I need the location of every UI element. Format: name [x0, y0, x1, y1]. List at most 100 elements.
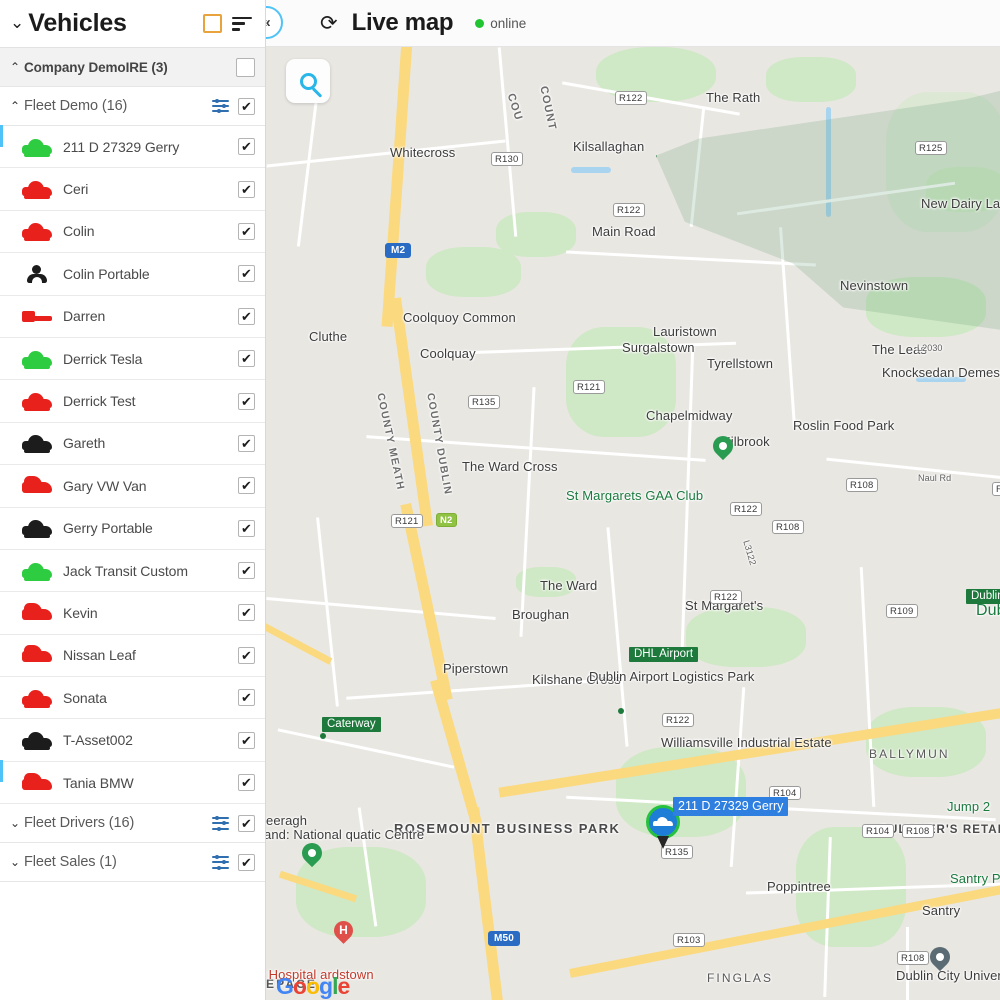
google-logo[interactable]: Google	[276, 973, 350, 1000]
vehicle-name: Ceri	[63, 181, 89, 198]
fleet-drivers-filter-icon[interactable]	[212, 815, 229, 831]
van-icon	[22, 602, 52, 622]
vehicle-list-item[interactable]: Sonata ✔	[0, 677, 265, 720]
company-checkbox[interactable]	[236, 57, 255, 77]
map-label-piperstown: Piperstown	[443, 661, 509, 676]
car-icon	[22, 222, 52, 242]
map-label-cluthe: Cluthe	[309, 329, 348, 344]
vehicle-checkbox[interactable]: ✔	[238, 604, 255, 622]
vehicle-checkbox[interactable]: ✔	[238, 265, 255, 283]
vehicle-checkbox[interactable]: ✔	[238, 774, 255, 792]
vehicle-checkbox[interactable]: ✔	[238, 307, 255, 325]
vehicle-list-item[interactable]: Jack Transit Custom ✔	[0, 549, 265, 593]
vehicle-name: Sonata	[63, 689, 107, 706]
vehicle-list-item[interactable]: Gary VW Van ✔	[0, 465, 265, 508]
road-shield-r109: R109	[886, 604, 918, 618]
company-caret-icon[interactable]: ⌃	[10, 60, 24, 74]
poi-pin-st-margarets[interactable]	[708, 431, 738, 464]
vehicle-checkbox[interactable]: ✔	[238, 180, 255, 198]
vehicle-checkbox[interactable]: ✔	[238, 350, 255, 368]
vehicle-checkbox[interactable]: ✔	[238, 731, 255, 749]
fleet-demo-caret-icon[interactable]: ⌃	[10, 99, 24, 113]
fleet-sales-checkbox[interactable]: ✔	[238, 853, 255, 871]
vehicle-list-item[interactable]: Colin ✔	[0, 210, 265, 254]
vehicle-name: Colin Portable	[63, 265, 150, 282]
refresh-icon[interactable]: ⟳	[320, 13, 338, 34]
map-canvas[interactable]: H Caterway DHL Airport Dublin 211 D 2732…	[266, 47, 1000, 1000]
sidebar-group-fleet-demo[interactable]: ⌃ Fleet Demo (16) ✔	[0, 87, 265, 126]
poi-pin-aquatic-centre[interactable]	[297, 838, 327, 871]
vehicle-list-item[interactable]: 211 D 27329 Gerry ✔	[0, 126, 265, 169]
company-group-row[interactable]: ⌃ Company DemoIRE (3)	[0, 48, 265, 87]
road-label-naul-rd: Naul Rd	[918, 473, 952, 483]
selection-accent-bar-2	[0, 760, 3, 782]
vehicle-name: Gareth	[63, 435, 106, 452]
vehicle-marker-tail	[657, 836, 669, 849]
map-label-surgalstown: Surgalstown	[622, 340, 695, 355]
vehicle-checkbox[interactable]: ✔	[238, 434, 255, 452]
vehicle-list-item[interactable]: Nissan Leaf ✔	[0, 634, 265, 678]
fleet-sales-caret-icon[interactable]: ⌄	[10, 855, 24, 869]
map-label-santry: Santry	[922, 903, 961, 918]
vehicle-list-item[interactable]: Kevin ✔	[0, 592, 265, 635]
vehicle-list-item[interactable]: Gareth ✔	[0, 422, 265, 466]
vehicle-checkbox[interactable]: ✔	[238, 392, 255, 410]
vehicle-checkbox[interactable]: ✔	[238, 477, 255, 495]
vehicle-list-item[interactable]: Darren ✔	[0, 295, 265, 338]
vehicle-marker-label[interactable]: 211 D 27329 Gerry	[673, 797, 789, 816]
vehicle-list-item[interactable]: Derrick Test ✔	[0, 380, 265, 423]
square-select-button[interactable]	[197, 9, 227, 39]
map-label-county-dublin: COUNTY DUBLIN	[424, 392, 454, 497]
fleet-drivers-checkbox[interactable]: ✔	[238, 814, 255, 832]
road-shield-r108-b: R108	[846, 478, 878, 492]
map-label-coolquay: Coolquay	[420, 346, 476, 361]
vehicle-checkbox[interactable]: ✔	[238, 689, 255, 707]
vehicle-checkbox[interactable]: ✔	[238, 562, 255, 580]
poi-pin-dcu[interactable]	[925, 942, 955, 975]
vehicle-list-item[interactable]: Ceri ✔	[0, 168, 265, 211]
car-icon	[22, 350, 52, 369]
sidebar-group-fleet-drivers[interactable]: ⌄ Fleet Drivers (16) ✔	[0, 804, 265, 844]
road-shield-r135-a: R135	[468, 395, 500, 409]
road-shield-r108-c: R108	[772, 520, 804, 534]
fleet-drivers-label: Fleet Drivers (16)	[24, 815, 135, 832]
vehicle-checkbox[interactable]: ✔	[238, 138, 255, 156]
map-search-button[interactable]	[286, 59, 330, 103]
vehicle-checkbox[interactable]: ✔	[238, 646, 255, 664]
vehicle-list-item[interactable]: T-Asset002 ✔	[0, 719, 265, 762]
map-title: Live map	[351, 9, 454, 36]
vehicle-list-item[interactable]: Derrick Tesla ✔	[0, 337, 265, 381]
map-label-eeragh: eeragh	[266, 813, 308, 828]
geofence-dot-caterway	[320, 733, 326, 739]
fleet-sales-filter-icon[interactable]	[212, 854, 229, 870]
sort-button[interactable]	[227, 9, 257, 39]
vehicle-name: Derrick Tesla	[63, 350, 143, 367]
vehicle-name: Gary VW Van	[63, 477, 147, 494]
map-label-nevinstown: Nevinstown	[840, 278, 909, 293]
vehicle-list-item[interactable]: Gerry Portable ✔	[0, 507, 265, 550]
fleet-drivers-caret-icon[interactable]: ⌄	[10, 816, 24, 830]
map-label-roslin-food-park: Roslin Food Park	[793, 418, 895, 433]
car-icon	[22, 138, 52, 157]
car-icon	[22, 392, 52, 412]
vehicle-list-item[interactable]: Tania BMW ✔	[0, 761, 265, 805]
map-label-santry-park: Santry P	[950, 871, 1000, 886]
fleet-demo-filter-icon[interactable]	[212, 98, 229, 114]
sidebar-group-fleet-sales[interactable]: ⌄ Fleet Sales (1) ✔	[0, 843, 265, 883]
geofence-label-dhl-airport[interactable]: DHL Airport	[629, 647, 699, 662]
map-label-gullivers-retail-park: GULLIVER'S RETAIL PARK	[879, 824, 1000, 836]
road-shield-r108-e: R108	[897, 951, 929, 965]
map-label-the-rath: The Rath	[706, 90, 761, 105]
geofence-label-caterway[interactable]: Caterway	[322, 717, 381, 732]
vehicles-collapse-caret-icon[interactable]: ⌄	[10, 14, 24, 31]
fleet-demo-checkbox[interactable]: ✔	[238, 97, 255, 115]
vehicle-checkbox[interactable]: ✔	[238, 222, 255, 240]
vehicle-name: Derrick Test	[63, 393, 136, 410]
poi-pin-hospital[interactable]: H	[330, 917, 357, 947]
map-label-new-dairy-lane: New Dairy Lane	[921, 196, 1000, 211]
vehicle-checkbox[interactable]: ✔	[238, 519, 255, 537]
truck-icon	[22, 307, 52, 325]
geofence-label-dublin[interactable]: Dublin	[966, 589, 1000, 604]
map-label-chapelmidway: Chapelmidway	[646, 408, 733, 423]
vehicle-list-item[interactable]: Colin Portable ✔	[0, 253, 265, 296]
